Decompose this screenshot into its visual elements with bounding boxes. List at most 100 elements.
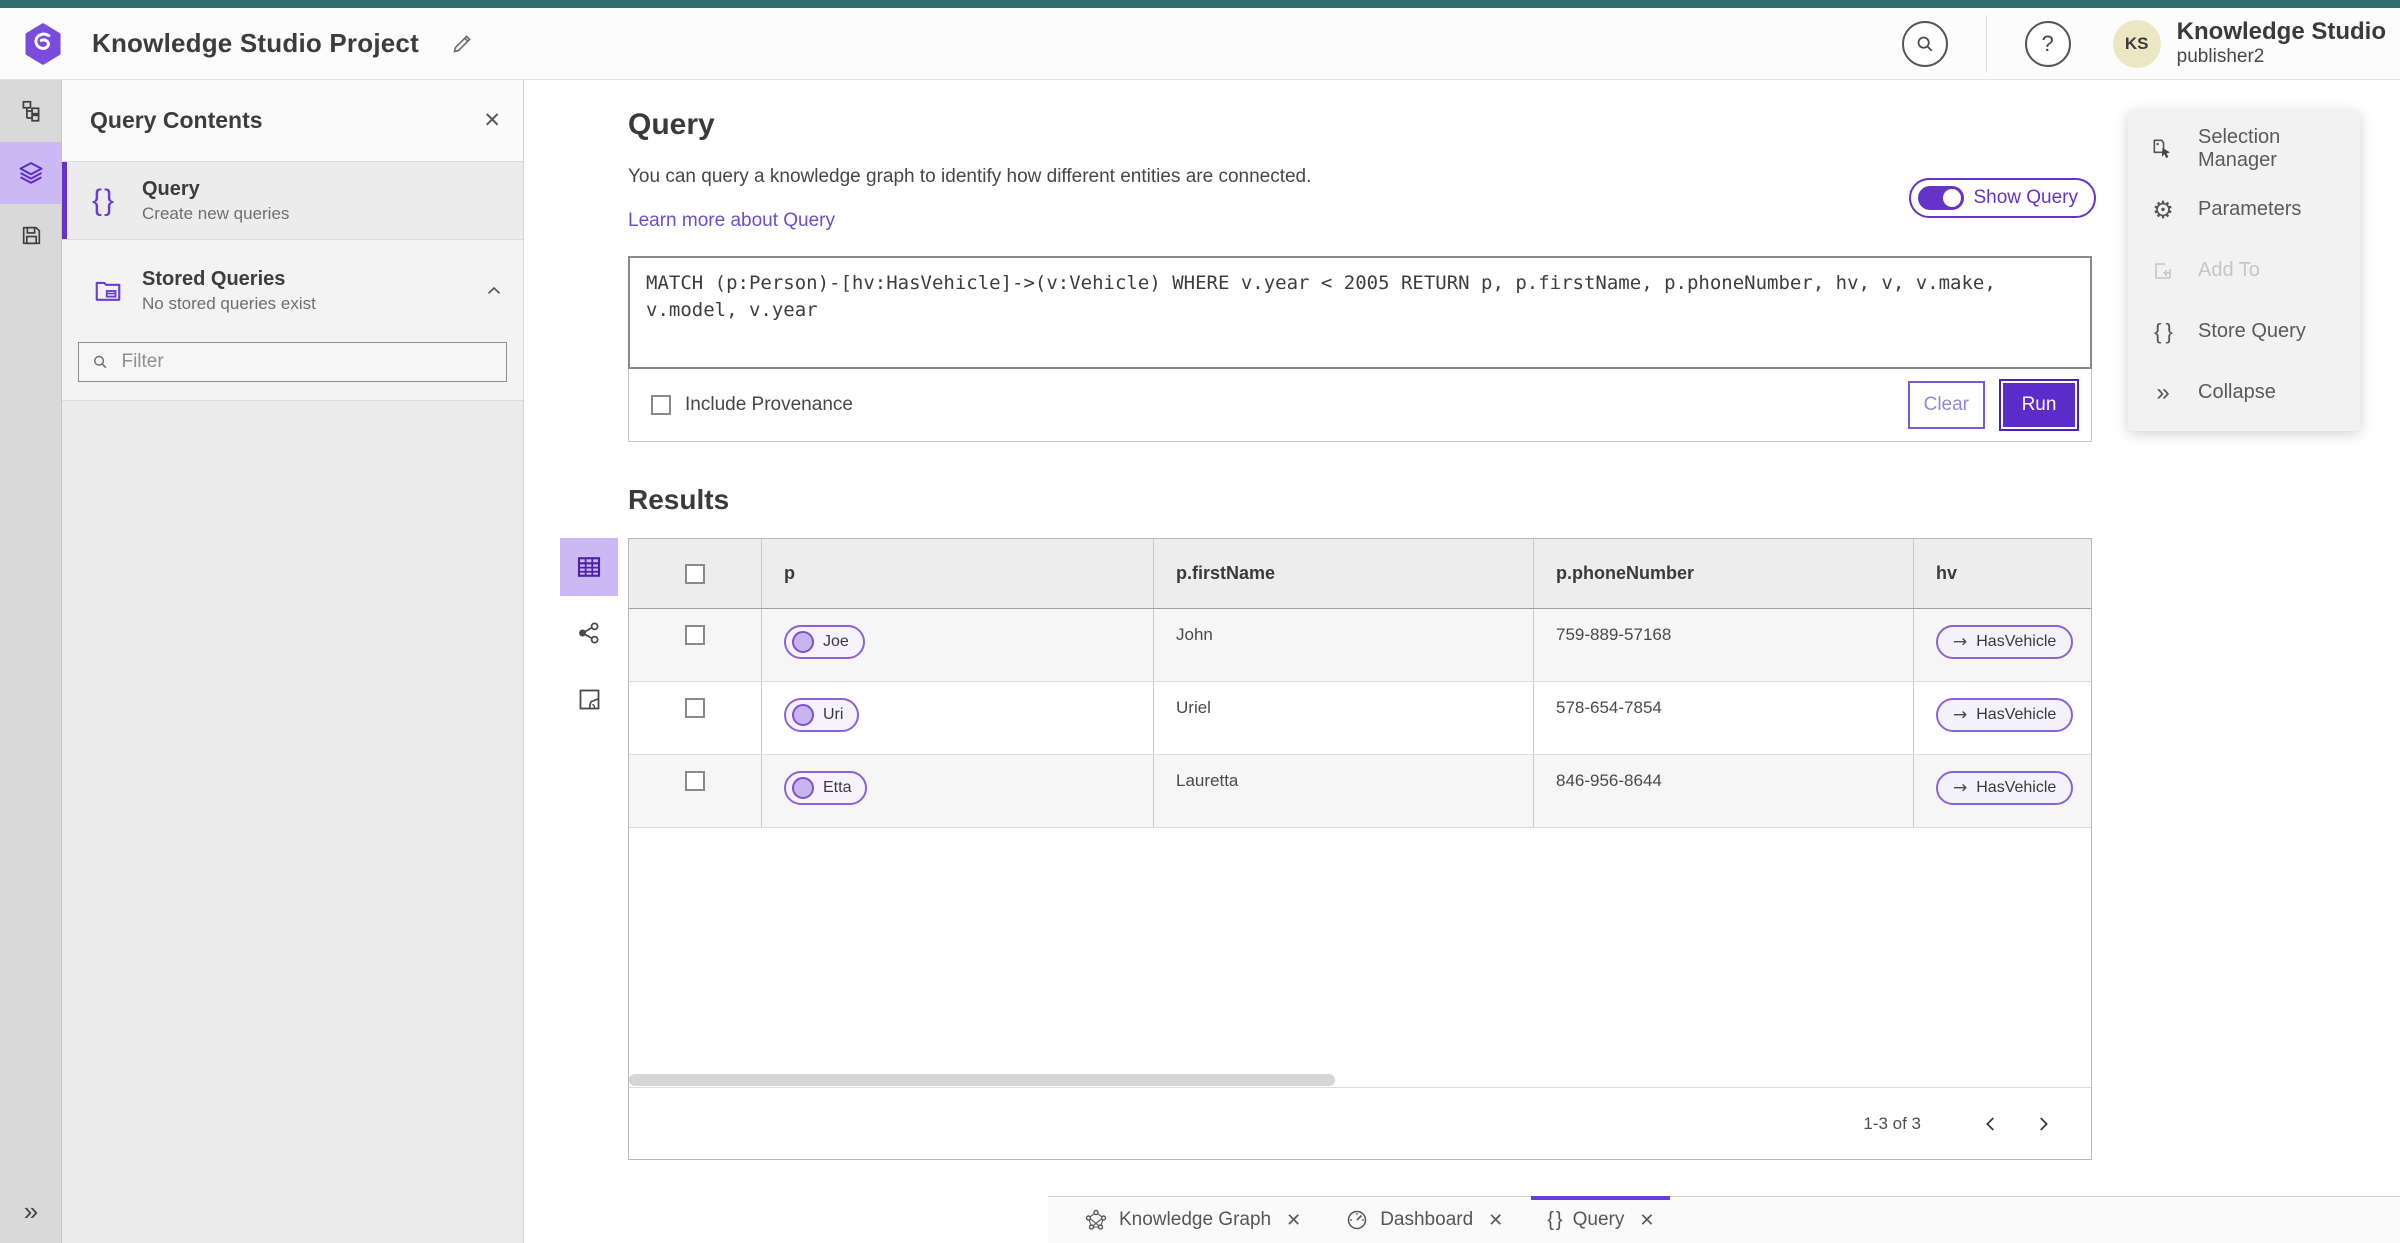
sidebar-item-stored-queries[interactable]: Stored Queries No stored queries exist — [62, 252, 523, 330]
select-all-checkbox[interactable] — [685, 563, 705, 584]
row-checkbox[interactable] — [685, 698, 705, 718]
clear-button[interactable]: Clear — [1907, 381, 1985, 429]
show-query-toggle[interactable]: Show Query — [1909, 178, 2096, 218]
main-area: Query You can query a knowledge graph to… — [524, 80, 2400, 1243]
entity-label: Uri — [823, 706, 844, 723]
dashboard-icon — [1347, 1210, 1367, 1230]
icon-rail: » — [0, 80, 62, 1243]
tab-dashboard[interactable]: Dashboard ✕ — [1323, 1197, 1525, 1243]
include-provenance-checkbox[interactable] — [651, 395, 671, 415]
tools-panel: Selection Manager ⚙ Parameters Add To { … — [2128, 110, 2360, 431]
braces-icon: { } — [1547, 1208, 1562, 1231]
scrollbar-thumb[interactable] — [629, 1074, 1335, 1086]
table-header-row: p p.firstName p.phoneNumber hv — [629, 539, 2091, 609]
close-tab-icon[interactable]: ✕ — [1286, 1210, 1301, 1231]
top-accent-strip — [0, 0, 2400, 8]
parameters-button[interactable]: ⚙ Parameters — [2128, 179, 2360, 240]
row-checkbox[interactable] — [685, 625, 705, 645]
filter-field[interactable] — [78, 342, 507, 382]
rail-item-layers[interactable] — [0, 142, 62, 204]
edge-arrow-icon: → — [1953, 705, 1968, 725]
project-title: Knowledge Studio Project — [92, 28, 419, 58]
collapse-panel-button[interactable]: » Collapse — [2128, 362, 2360, 423]
selection-manager-button[interactable]: Selection Manager — [2128, 118, 2360, 179]
add-to-button: Add To — [2128, 240, 2360, 301]
gear-icon: ⚙ — [2152, 195, 2174, 224]
column-header-hv[interactable]: hv — [1913, 539, 2091, 608]
folder-icon — [95, 281, 121, 301]
entity-label: Etta — [823, 779, 852, 796]
graph-view-button[interactable] — [560, 604, 618, 662]
table-icon — [577, 557, 601, 577]
cell-phonenumber: 578-654-7854 — [1533, 682, 1913, 754]
braces-icon: { } — [92, 183, 114, 217]
store-query-button[interactable]: { } Store Query — [2128, 301, 2360, 362]
toggle-track — [1918, 186, 1965, 210]
tab-knowledge-graph[interactable]: Knowledge Graph ✕ — [1062, 1197, 1323, 1243]
tool-label: Selection Manager — [2198, 125, 2281, 171]
avatar-initials: KS — [2124, 33, 2149, 53]
search-icon — [1917, 36, 1933, 51]
query-textarea[interactable]: MATCH (p:Person)-[hv:HasVehicle]->(v:Veh… — [628, 256, 2092, 369]
entity-pill[interactable]: Joe — [784, 625, 865, 659]
edge-pill[interactable]: → HasVehicle — [1936, 625, 2074, 659]
table-row: Etta Lauretta 846-956-8644 → HasVehicle — [629, 755, 2091, 828]
layers-icon — [19, 162, 43, 184]
next-page-button[interactable] — [2021, 1102, 2065, 1146]
entity-pill[interactable]: Etta — [784, 771, 868, 805]
save-icon — [22, 226, 40, 244]
bottom-tab-bar: Knowledge Graph ✕ Dashboard ✕ { } Query … — [1048, 1196, 2400, 1243]
collapse-icon: » — [2156, 378, 2170, 406]
pencil-icon — [453, 34, 471, 53]
edit-title-button[interactable] — [445, 27, 479, 61]
entity-node-icon — [792, 631, 814, 653]
search-icon — [94, 355, 107, 369]
column-header-firstname[interactable]: p.firstName — [1153, 539, 1533, 608]
cell-phonenumber: 846-956-8644 — [1533, 755, 1913, 827]
table-view-button[interactable] — [560, 538, 618, 596]
avatar[interactable]: KS — [2112, 19, 2161, 68]
close-tab-icon[interactable]: ✕ — [1639, 1210, 1654, 1231]
chevron-up-icon — [487, 286, 501, 294]
column-header-phonenumber[interactable]: p.phoneNumber — [1533, 539, 1913, 608]
map-view-button[interactable] — [560, 670, 618, 728]
hierarchy-icon — [22, 100, 40, 122]
collapse-stored-queries-button[interactable] — [483, 280, 505, 302]
page-title: Query — [628, 108, 715, 141]
tab-query[interactable]: { } Query ✕ — [1525, 1196, 1676, 1243]
table-row: Uri Uriel 578-654-7854 → HasVehicle — [629, 682, 2091, 755]
user-role: publisher2 — [2176, 46, 2265, 68]
entity-pill[interactable]: Uri — [784, 698, 860, 732]
filter-input[interactable] — [121, 351, 494, 373]
edge-arrow-icon: → — [1953, 632, 1968, 652]
results-title: Results — [628, 484, 730, 515]
previous-page-button[interactable] — [1969, 1102, 2013, 1146]
sidebar-item-query[interactable]: { } Query Create new queries — [62, 162, 523, 240]
results-table: p p.firstName p.phoneNumber hv Joe John … — [628, 538, 2092, 1160]
rail-item-hierarchy[interactable] — [0, 80, 62, 142]
horizontal-scrollbar[interactable] — [629, 1072, 2091, 1088]
edge-arrow-icon: → — [1953, 778, 1968, 798]
map-icon — [579, 689, 599, 709]
braces-icon: { } — [2154, 318, 2173, 344]
cell-firstname: John — [1153, 609, 1533, 681]
rail-item-save[interactable] — [0, 204, 62, 266]
tool-label: Parameters — [2198, 198, 2302, 220]
edge-label: HasVehicle — [1976, 706, 2057, 723]
table-empty-area — [629, 828, 2091, 1072]
edge-pill[interactable]: → HasVehicle — [1936, 698, 2074, 732]
close-panel-button[interactable]: ✕ — [483, 108, 501, 133]
close-tab-icon[interactable]: ✕ — [1488, 1210, 1503, 1231]
global-search-button[interactable] — [1901, 20, 1948, 67]
tool-label: Collapse — [2198, 381, 2276, 403]
column-header-p[interactable]: p — [761, 539, 1153, 608]
row-checkbox[interactable] — [685, 771, 705, 791]
help-button[interactable]: ? — [2024, 20, 2071, 67]
edge-pill[interactable]: → HasVehicle — [1936, 771, 2074, 805]
page-description: You can query a knowledge graph to ident… — [628, 166, 1312, 187]
learn-more-link[interactable]: Learn more about Query — [628, 210, 835, 232]
run-button[interactable]: Run — [1999, 379, 2079, 431]
toggle-knob — [1943, 189, 1962, 207]
expand-rail-button[interactable]: » — [0, 1196, 62, 1227]
query-contents-panel: Query Contents ✕ { } Query Create new qu… — [62, 80, 524, 1243]
